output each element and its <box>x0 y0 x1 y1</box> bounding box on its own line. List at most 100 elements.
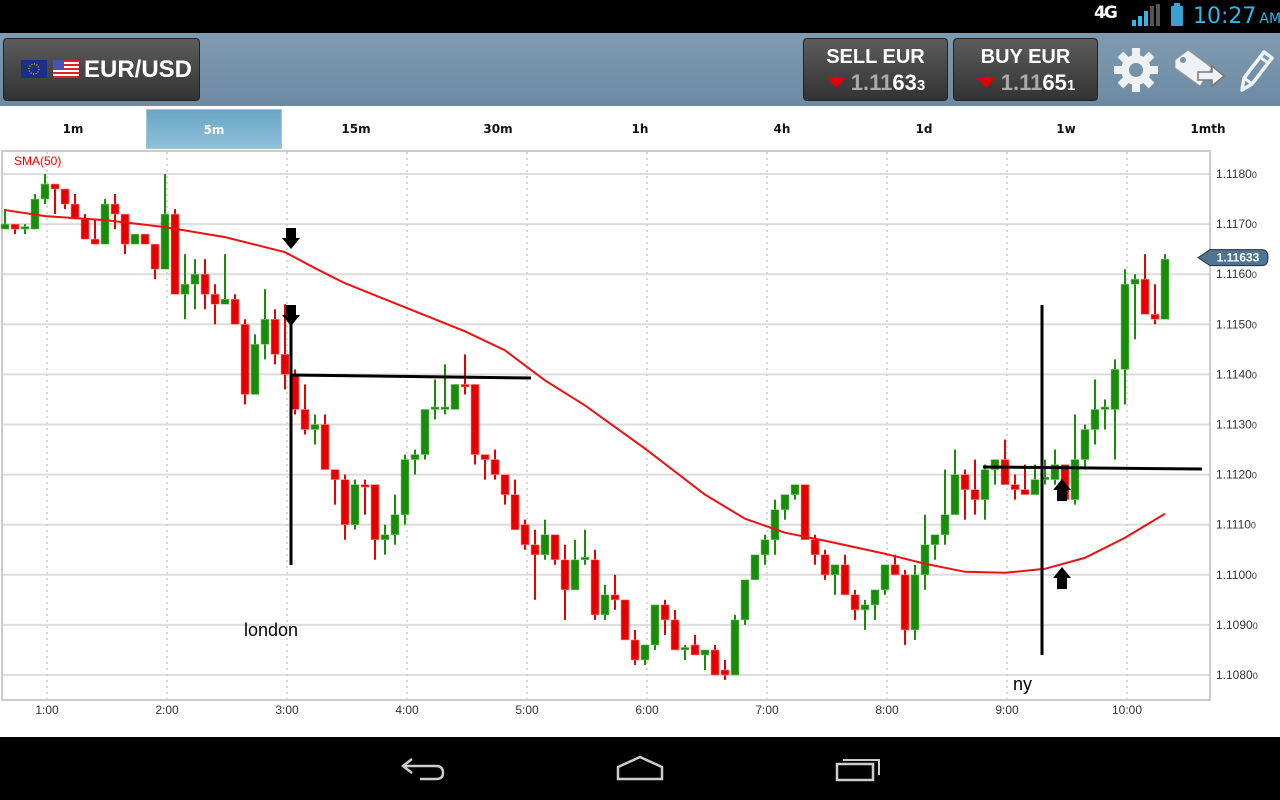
candle-body <box>600 594 610 616</box>
candle-body <box>830 564 840 576</box>
candle-down <box>630 629 640 665</box>
candle-down <box>970 459 980 515</box>
candle-down <box>1000 439 1010 485</box>
tab-1mth[interactable]: 1mth <box>1140 109 1276 149</box>
x-tick-label: 1:00 <box>35 703 59 717</box>
y-tick-subdigit: 0 <box>1252 320 1257 330</box>
buy-price-prefix: 1.11 <box>1000 70 1043 95</box>
candle-body <box>690 644 700 656</box>
candle-up <box>1120 269 1130 405</box>
candle-body <box>860 604 870 611</box>
candle-body <box>1070 459 1080 500</box>
pencil-icon[interactable] <box>1234 46 1274 94</box>
candle-body <box>500 474 510 495</box>
candle-body <box>940 514 950 536</box>
candle-up <box>390 494 400 545</box>
y-tick-label: 1.10800 <box>1216 668 1258 682</box>
candle-up <box>740 579 750 625</box>
tag-forward-icon[interactable] <box>1172 46 1228 94</box>
tab-15m[interactable]: 15m <box>288 109 424 149</box>
candle-up <box>680 644 690 660</box>
candle-up <box>990 459 1000 485</box>
candle-body <box>400 459 410 515</box>
settings-gear-icon[interactable] <box>1112 46 1160 94</box>
candle-body <box>810 539 820 556</box>
candle-body <box>120 213 130 245</box>
candle-body <box>50 183 60 190</box>
candle-body <box>0 223 10 230</box>
buy-price-pips: 65 <box>1042 70 1067 95</box>
candle-down <box>690 634 700 656</box>
tab-5m[interactable]: 5m <box>146 109 282 149</box>
candle-body <box>480 454 490 460</box>
candle-body <box>200 273 210 295</box>
candle-body <box>900 574 910 631</box>
tab-1d[interactable]: 1d <box>856 109 992 149</box>
candle-up <box>730 614 740 676</box>
x-tick-label: 2:00 <box>155 703 179 717</box>
y-tick-subdigit: 0 <box>1252 471 1257 481</box>
candle-body <box>430 406 440 410</box>
candle-up <box>430 379 440 420</box>
sell-label: SELL EUR <box>826 46 925 68</box>
candle-up <box>880 564 890 595</box>
candle-up <box>600 584 610 620</box>
x-axis: 1:00 2:00 3:00 4:00 5:00 6:00 7:00 8:00 9:00 10:0… <box>35 703 1142 717</box>
android-nav-bar <box>0 737 1280 800</box>
app-header: EUR/USD SELL EUR 1.11633 BUY EUR 1.11651 <box>0 33 1280 106</box>
candle-body <box>130 233 140 245</box>
tab-4h[interactable]: 4h <box>714 109 850 149</box>
candle-body <box>20 226 30 230</box>
candle-body <box>60 188 70 205</box>
candle-up <box>190 259 200 310</box>
candle-body <box>1100 406 1110 410</box>
current-price-marker: 1.11633 <box>1197 249 1269 267</box>
candle-down <box>1020 464 1030 495</box>
candle-body <box>150 243 160 270</box>
currency-pair-button[interactable]: EUR/USD <box>3 38 200 101</box>
candle-body <box>100 203 110 245</box>
tab-1m[interactable]: 1m <box>5 109 141 149</box>
candle-down <box>270 309 280 365</box>
candle-up <box>420 409 430 460</box>
candle-down <box>530 529 540 600</box>
candle-down <box>370 484 380 560</box>
buy-button[interactable]: BUY EUR 1.11651 <box>953 38 1098 101</box>
candle-down <box>470 384 480 465</box>
candle-body <box>230 298 240 325</box>
candle-body <box>360 484 370 488</box>
candle-down <box>620 599 630 641</box>
candle-down <box>840 554 850 596</box>
buy-label: BUY EUR <box>980 46 1071 68</box>
candle-body <box>750 554 760 581</box>
candle-up <box>750 554 760 581</box>
candle-up <box>540 519 550 560</box>
sell-button[interactable]: SELL EUR 1.11633 <box>803 38 948 101</box>
candle-body <box>1020 489 1030 495</box>
recent-apps-icon[interactable] <box>833 753 883 783</box>
tab-1w[interactable]: 1w <box>998 109 1134 149</box>
tab-1h[interactable]: 1h <box>572 109 708 149</box>
candle-up <box>310 414 320 445</box>
candle-body <box>610 594 620 601</box>
candle-body <box>930 534 940 546</box>
candle-body <box>270 318 280 355</box>
sell-price-prefix: 1.11 <box>850 70 893 95</box>
signal-icon <box>1132 4 1160 26</box>
y-tick-subdigit: 0 <box>1253 671 1258 681</box>
home-icon[interactable] <box>615 753 665 783</box>
candle-body <box>450 384 460 410</box>
price-chart[interactable]: SMA(50) 1.118001.117001.116001.115001.11… <box>0 150 1280 737</box>
candle-down <box>90 219 100 245</box>
candle-down <box>800 484 810 541</box>
candle-body <box>760 539 770 556</box>
candle-body <box>240 324 250 395</box>
candle-body <box>980 469 990 500</box>
clock-time: 10:27 <box>1193 4 1257 29</box>
back-icon[interactable] <box>398 753 448 783</box>
candle-down <box>710 644 720 676</box>
candle-body <box>1000 459 1010 485</box>
tab-30m[interactable]: 30m <box>430 109 566 149</box>
candle-body <box>670 619 680 651</box>
currency-pair-label: EUR/USD <box>84 56 193 83</box>
